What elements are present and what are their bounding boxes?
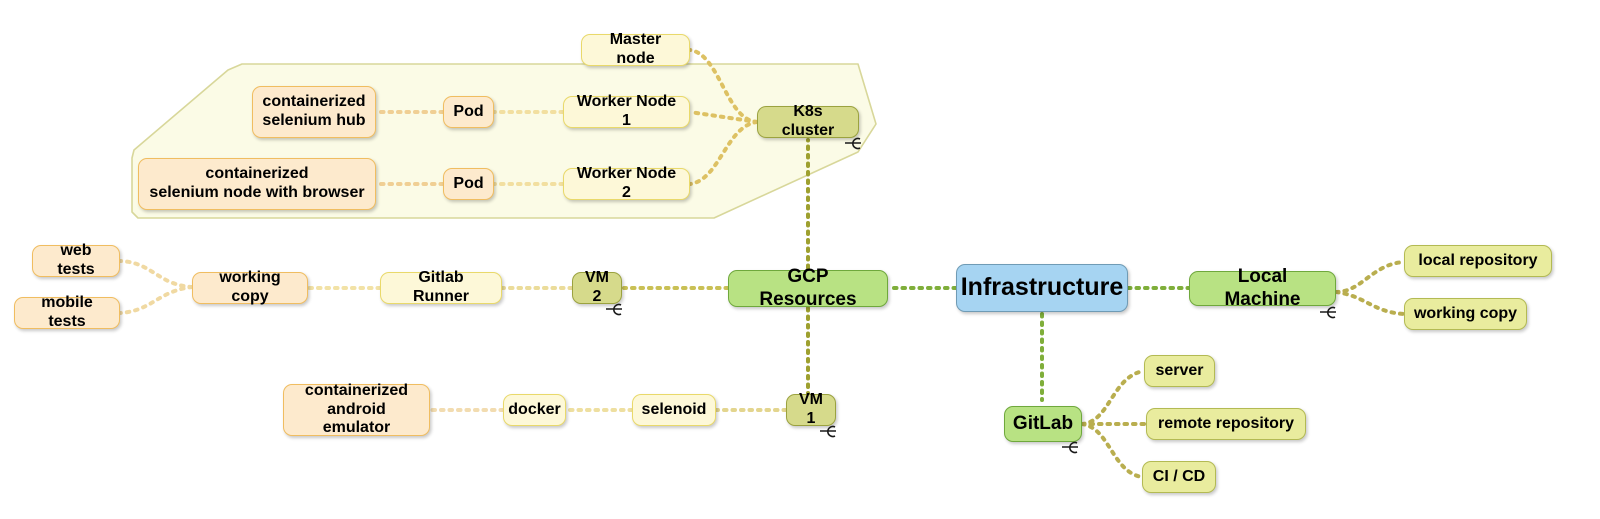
edge-workingcopy-webtests bbox=[118, 259, 194, 289]
node-label: Worker Node 1 bbox=[576, 93, 677, 129]
node-label: Master node bbox=[609, 31, 662, 67]
node-label: web tests bbox=[57, 242, 95, 278]
node-containerized-selenium-hub[interactable]: containerized selenium hub bbox=[252, 86, 376, 138]
edge-localmachine-workingcopy bbox=[1334, 290, 1406, 316]
node-vm2[interactable]: VM 2 bbox=[572, 269, 622, 305]
node-label: working copy bbox=[219, 269, 281, 305]
node-label: containerized selenium node with browser bbox=[149, 165, 365, 201]
node-label: local repository bbox=[1418, 251, 1538, 269]
node-label: docker bbox=[508, 400, 561, 418]
node-pod-2[interactable]: Pod bbox=[443, 168, 494, 200]
node-label: GCP Resources bbox=[759, 266, 857, 310]
node-worker-node-2[interactable]: Worker Node 2 bbox=[563, 165, 690, 201]
edge-gitlab-cicd bbox=[1080, 422, 1144, 479]
node-worker-node-1[interactable]: Worker Node 1 bbox=[563, 93, 690, 129]
node-server[interactable]: server bbox=[1144, 355, 1215, 387]
collapse-handle-k8s-cluster[interactable] bbox=[843, 136, 865, 152]
edge-layer bbox=[118, 48, 1406, 479]
edge-gitlab-server bbox=[1080, 369, 1146, 426]
node-label: K8s cluster bbox=[781, 103, 835, 139]
node-label: mobile tests bbox=[41, 294, 93, 330]
node-gcp-resources[interactable]: GCP Resources bbox=[728, 266, 888, 310]
node-web-tests[interactable]: web tests bbox=[32, 242, 120, 278]
node-label: containerized selenium hub bbox=[262, 93, 366, 129]
node-containerized-selenium-node[interactable]: containerized selenium node with browser bbox=[138, 158, 376, 210]
node-selenoid[interactable]: selenoid bbox=[632, 394, 716, 426]
node-ci-cd[interactable]: CI / CD bbox=[1142, 461, 1216, 493]
node-label: GitLab bbox=[1012, 412, 1074, 434]
mindmap-canvas: Infrastructure GCP Resources Local Machi… bbox=[0, 0, 1600, 519]
node-infrastructure[interactable]: Infrastructure bbox=[956, 264, 1128, 312]
node-k8s-cluster[interactable]: K8s cluster bbox=[757, 103, 859, 139]
node-pod-1[interactable]: Pod bbox=[443, 96, 494, 128]
node-working-copy-left[interactable]: working copy bbox=[192, 269, 308, 305]
node-label: Pod bbox=[453, 102, 484, 120]
node-gitlab-runner[interactable]: Gitlab Runner bbox=[380, 269, 502, 305]
node-gitlab[interactable]: GitLab bbox=[1004, 406, 1082, 442]
edge-localmachine-localrepository bbox=[1334, 260, 1406, 294]
edge-workingcopy-mobiletests bbox=[118, 285, 194, 315]
node-mobile-tests[interactable]: mobile tests bbox=[14, 294, 120, 330]
node-docker[interactable]: docker bbox=[503, 394, 566, 426]
node-master-node[interactable]: Master node bbox=[581, 31, 690, 67]
node-working-copy-right[interactable]: working copy bbox=[1404, 298, 1527, 330]
node-label: Gitlab Runner bbox=[413, 269, 469, 305]
collapse-handle-vm1[interactable] bbox=[818, 424, 840, 440]
node-label: server bbox=[1155, 361, 1204, 379]
node-label: containerized android emulator bbox=[304, 381, 409, 437]
node-local-repository[interactable]: local repository bbox=[1404, 245, 1552, 277]
node-remote-repository[interactable]: remote repository bbox=[1146, 408, 1306, 440]
node-containerized-android-emulator[interactable]: containerized android emulator bbox=[283, 381, 430, 437]
node-label: Worker Node 2 bbox=[576, 165, 677, 201]
node-label: selenoid bbox=[641, 400, 707, 418]
collapse-handle-gitlab[interactable] bbox=[1060, 440, 1082, 456]
node-label: working copy bbox=[1413, 304, 1518, 322]
node-label: CI / CD bbox=[1152, 467, 1206, 485]
node-vm1[interactable]: VM 1 bbox=[786, 391, 836, 427]
collapse-handle-local-machine[interactable] bbox=[1318, 305, 1340, 321]
collapse-handle-vm2[interactable] bbox=[604, 302, 626, 318]
node-label: remote repository bbox=[1157, 414, 1295, 432]
node-label: Infrastructure bbox=[960, 273, 1124, 302]
node-local-machine[interactable]: Local Machine bbox=[1189, 266, 1336, 310]
node-label: Pod bbox=[453, 174, 484, 192]
node-label: Local Machine bbox=[1224, 266, 1301, 310]
